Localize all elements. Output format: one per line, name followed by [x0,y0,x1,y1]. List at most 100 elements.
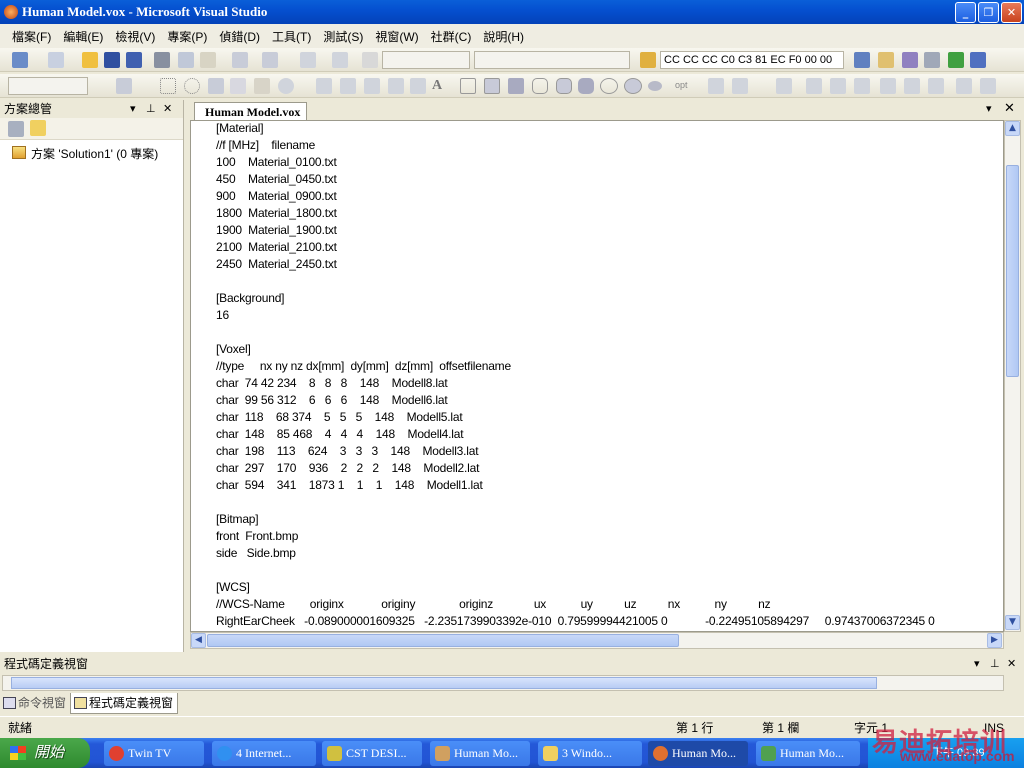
magnify-icon[interactable] [278,78,294,94]
scroll-right-icon[interactable]: ▶ [987,633,1002,648]
font-combo[interactable] [8,77,88,95]
navigate-backward-icon[interactable] [300,52,316,68]
align-centers-icon[interactable] [830,78,846,94]
opt-label[interactable]: opt [675,80,688,90]
cut-icon[interactable] [154,52,170,68]
filled-round-rectangle-icon[interactable] [556,78,572,94]
align-middles-icon[interactable] [904,78,920,94]
document-tab[interactable]: Human Model.vox [194,102,308,121]
pin-icon[interactable]: ⊥ [146,100,156,118]
task-cst[interactable]: CST DESI... [322,741,422,766]
menu-test[interactable]: 測試(S) [317,28,369,45]
save-all-icon[interactable] [126,52,142,68]
align-to-grid-icon[interactable] [776,78,792,94]
pencil-icon[interactable] [316,78,332,94]
start-debug-icon[interactable] [362,52,378,68]
vertical-scrollbar[interactable]: ▲ ▼ [1004,120,1021,632]
filled-rectangle-icon[interactable] [484,78,500,94]
align-lefts-icon[interactable] [806,78,822,94]
tab-list-dropdown-icon[interactable]: ▾ [986,102,992,115]
code-definition-scrollbar[interactable] [2,675,1004,691]
menu-project[interactable]: 專案(P) [161,28,213,45]
menu-edit[interactable]: 編輯(E) [57,28,109,45]
add-item-icon[interactable] [48,52,64,68]
curve-icon[interactable] [410,78,426,94]
align-bottoms-icon[interactable] [928,78,944,94]
scroll-down-icon[interactable]: ▼ [1005,615,1020,630]
object-browser-icon[interactable] [902,52,918,68]
text-editor[interactable]: [Material] //f [MHz] filename 100 Material… [190,120,1004,632]
toolbox-icon[interactable] [924,52,940,68]
close-panel-icon[interactable]: ✕ [1007,655,1016,673]
hotspot-icon[interactable] [708,78,724,94]
solid-ellipse-icon[interactable] [648,81,662,91]
new-project-icon[interactable] [12,52,28,68]
properties-icon[interactable] [878,52,894,68]
rectangle-icon[interactable] [460,78,476,94]
undo-icon[interactable] [232,52,248,68]
tab-code-definition[interactable]: 程式碼定義視窗 [70,693,179,714]
menu-view[interactable]: 檢視(V) [109,28,161,45]
eraser-icon[interactable] [230,78,246,94]
horizontal-scrollbar[interactable]: ◀ ▶ [190,632,1004,649]
properties-icon[interactable] [8,121,24,137]
scroll-up-icon[interactable]: ▲ [1005,121,1020,136]
find-in-files-icon[interactable] [640,52,656,68]
platform-combo[interactable] [474,51,630,69]
menu-debug[interactable]: 偵錯(D) [213,28,266,45]
task-twin-tv[interactable]: Twin TV [104,741,204,766]
find-combo[interactable]: CC CC CC C0 C3 81 EC F0 00 00 [660,51,844,69]
filled-ellipse-icon[interactable] [624,78,642,94]
menu-help[interactable]: 說明(H) [477,28,530,45]
maximize-button[interactable]: ❐ [978,2,999,23]
horizontal-scroll-thumb[interactable] [207,634,679,647]
solution-config-combo[interactable] [382,51,470,69]
task-internet[interactable]: 4 Internet... [212,741,316,766]
make-same-width-icon[interactable] [956,78,972,94]
new-image-type-icon[interactable] [732,78,748,94]
menu-community[interactable]: 社群(C) [425,28,478,45]
redo-icon[interactable] [262,52,278,68]
solid-round-rectangle-icon[interactable] [578,78,594,94]
solution-explorer-icon[interactable] [854,52,870,68]
brush-icon[interactable] [340,78,356,94]
text-tool-icon[interactable]: A [432,78,448,94]
open-file-icon[interactable] [82,52,98,68]
menu-window[interactable]: 視窗(W) [369,28,424,45]
line-icon[interactable] [388,78,404,94]
solid-rectangle-icon[interactable] [508,78,524,94]
lasso-select-icon[interactable] [184,78,200,94]
task-human-model-1[interactable]: Human Mo... [430,741,530,766]
navigate-forward-icon[interactable] [332,52,348,68]
menu-file[interactable]: 檔案(F) [6,28,57,45]
airbrush-icon[interactable] [364,78,380,94]
fill-icon[interactable] [254,78,270,94]
task-human-model-image[interactable]: Human Mo... [756,741,860,766]
ellipse-icon[interactable] [600,78,618,94]
menu-tools[interactable]: 工具(T) [266,28,317,45]
task-windows-explorer[interactable]: 3 Windo... [538,741,642,766]
command-window-icon[interactable] [970,52,986,68]
rectangle-select-icon[interactable] [160,78,176,94]
save-icon[interactable] [104,52,120,68]
start-button[interactable]: 開始 [0,738,90,768]
close-panel-icon[interactable]: ✕ [163,100,172,118]
align-tops-icon[interactable] [880,78,896,94]
tab-command-window[interactable]: 命令視窗 [0,693,70,714]
scroll-left-icon[interactable]: ◀ [191,633,206,648]
minimize-button[interactable]: _ [955,2,976,23]
align-rights-icon[interactable] [854,78,870,94]
make-same-height-icon[interactable] [980,78,996,94]
eyedropper-icon[interactable] [208,78,224,94]
dropdown-icon[interactable]: ▾ [130,100,136,118]
close-document-icon[interactable]: ✕ [1004,101,1015,116]
round-rectangle-icon[interactable] [532,78,548,94]
pin-icon[interactable]: ⊥ [990,655,1000,673]
paste-icon[interactable] [200,52,216,68]
solution-tree-item[interactable]: 方案 'Solution1' (0 專案) [0,143,183,163]
task-visual-studio[interactable]: Human Mo... [648,741,748,766]
show-all-files-icon[interactable] [30,120,46,136]
start-page-icon[interactable] [948,52,964,68]
layout-icon[interactable] [116,78,132,94]
close-button[interactable]: ✕ [1001,2,1022,23]
